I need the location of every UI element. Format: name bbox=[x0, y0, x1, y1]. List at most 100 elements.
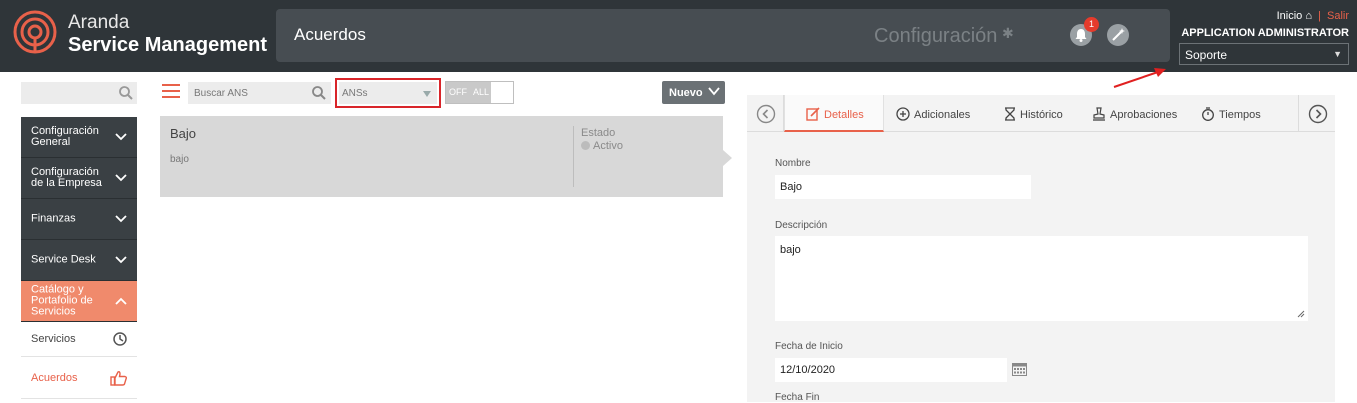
configuration-link[interactable]: Configuración bbox=[874, 25, 997, 48]
description-textarea[interactable]: bajo bbox=[775, 236, 1308, 321]
toggle-off-label: OFF bbox=[446, 82, 470, 103]
sidebar-group-label: Catálogo y Portafolio de Servicios bbox=[31, 283, 93, 318]
sidebar-item-acuerdos[interactable]: Acuerdos bbox=[21, 357, 137, 399]
sidebar: Configuración General Configuración de l… bbox=[21, 117, 137, 402]
list-item-description: bajo bbox=[170, 154, 189, 165]
ans-type-selected-value: ANSs bbox=[342, 88, 368, 99]
sidebar-search-input[interactable] bbox=[21, 82, 137, 104]
selected-pointer bbox=[723, 150, 732, 166]
status-label: Estado bbox=[581, 127, 616, 139]
sidebar-group-configuracion-general[interactable]: Configuración General bbox=[21, 117, 137, 158]
ans-search-input[interactable]: Buscar ANS bbox=[188, 82, 331, 104]
tab-label: Tiempos bbox=[1219, 109, 1261, 121]
chevron-up-icon bbox=[115, 297, 127, 305]
top-header: Aranda Service Management Acuerdos Confi… bbox=[0, 0, 1357, 72]
annotation-arrow bbox=[1113, 68, 1166, 88]
chevron-right-circle-icon bbox=[1308, 104, 1328, 124]
ans-type-select[interactable]: ANSs bbox=[339, 82, 437, 104]
description-text: bajo bbox=[780, 244, 801, 256]
magic-wand-icon bbox=[1112, 28, 1125, 41]
top-links: Inicio ⌂ | Salir bbox=[1277, 10, 1349, 22]
logout-link[interactable]: Salir bbox=[1327, 10, 1349, 22]
stopwatch-icon bbox=[1202, 107, 1214, 121]
start-date-label: Fecha de Inicio bbox=[775, 341, 843, 352]
chevron-down-icon bbox=[115, 256, 127, 264]
list-item-name: Bajo bbox=[170, 126, 197, 141]
status-text: Activo bbox=[593, 140, 623, 152]
sidebar-group-label: Service Desk bbox=[31, 253, 96, 266]
module-bar: Acuerdos Configuración ✱ 1 bbox=[276, 9, 1170, 62]
toggle-all-label: ALL bbox=[470, 82, 492, 103]
tools-button[interactable] bbox=[1107, 24, 1129, 46]
hourglass-icon bbox=[1005, 107, 1015, 121]
tabs-prev-button[interactable] bbox=[747, 95, 784, 132]
notification-badge: 1 bbox=[1084, 17, 1099, 32]
divider bbox=[573, 126, 574, 187]
plus-circle-icon bbox=[896, 107, 910, 121]
chevron-down-icon bbox=[115, 215, 127, 223]
toggle-knob[interactable] bbox=[491, 82, 513, 103]
brand-name-line1: Aranda bbox=[68, 12, 130, 33]
tab-label: Aprobaciones bbox=[1110, 109, 1178, 121]
tab-aprobaciones[interactable]: Aprobaciones bbox=[1092, 95, 1177, 132]
role-selected-value: Soporte bbox=[1185, 48, 1228, 62]
resize-handle-icon[interactable] bbox=[1297, 310, 1305, 318]
detail-panel: Detalles Adicionales Histórico Aprobacio… bbox=[747, 95, 1335, 403]
detail-tabs: Detalles Adicionales Histórico Aprobacio… bbox=[747, 95, 1335, 132]
tabs-next-button[interactable] bbox=[1298, 95, 1335, 132]
calendar-icon[interactable] bbox=[1012, 362, 1027, 376]
menu-toggle-icon[interactable] bbox=[162, 84, 180, 98]
chevron-down-icon bbox=[115, 133, 127, 141]
tab-historico[interactable]: Histórico bbox=[1004, 95, 1063, 132]
user-name: APPLICATION ADMINISTRATOR bbox=[1181, 27, 1349, 39]
ans-search-placeholder: Buscar ANS bbox=[194, 88, 248, 99]
chevron-down-icon bbox=[115, 174, 127, 182]
status-dot-icon bbox=[581, 141, 590, 150]
sidebar-group-service-desk[interactable]: Service Desk bbox=[21, 240, 137, 281]
sidebar-group-catalogo[interactable]: Catálogo y Portafolio de Servicios bbox=[21, 281, 137, 322]
sidebar-group-label: Configuración General bbox=[31, 125, 99, 148]
name-input[interactable]: Bajo bbox=[775, 175, 1031, 199]
sidebar-group-label: Finanzas bbox=[31, 212, 76, 225]
name-label: Nombre bbox=[775, 158, 811, 169]
role-select[interactable]: Soporte ▼ bbox=[1179, 43, 1349, 65]
sidebar-group-finanzas[interactable]: Finanzas bbox=[21, 199, 137, 240]
new-button[interactable]: Nuevo bbox=[662, 81, 725, 104]
thumbs-up-icon bbox=[110, 371, 128, 386]
tab-label: Detalles bbox=[824, 109, 864, 121]
aranda-logo-icon bbox=[13, 10, 57, 54]
list-item[interactable]: Bajo bajo Estado Activo bbox=[160, 116, 723, 197]
stamp-icon bbox=[1093, 107, 1105, 121]
sidebar-group-configuracion-empresa[interactable]: Configuración de la Empresa bbox=[21, 158, 137, 199]
description-label: Descripción bbox=[775, 220, 828, 231]
home-icon[interactable]: ⌂ bbox=[1305, 10, 1312, 22]
ans-type-filter-highlight: ANSs bbox=[335, 78, 441, 108]
off-all-toggle[interactable]: OFF ALL bbox=[445, 81, 514, 104]
services-clock-icon bbox=[113, 332, 127, 346]
user-area: Inicio ⌂ | Salir APPLICATION ADMINISTRAT… bbox=[1174, 10, 1349, 66]
end-date-label: Fecha Fin bbox=[775, 392, 820, 403]
link-separator: | bbox=[1318, 10, 1321, 22]
tab-detalles[interactable]: Detalles bbox=[784, 95, 884, 132]
chevron-left-circle-icon bbox=[756, 104, 776, 124]
caret-down-icon bbox=[423, 91, 431, 97]
search-icon[interactable] bbox=[118, 85, 134, 101]
brand-name-line2: Service Management bbox=[68, 34, 267, 56]
status-value: Activo bbox=[581, 140, 623, 152]
sidebar-item-servicios[interactable]: Servicios bbox=[21, 322, 137, 357]
start-date-input[interactable]: 12/10/2020 bbox=[775, 358, 1007, 382]
caret-down-icon: ▼ bbox=[1333, 49, 1342, 59]
sidebar-item-label: Servicios bbox=[31, 333, 76, 345]
search-icon[interactable] bbox=[311, 85, 327, 101]
tab-tiempos[interactable]: Tiempos bbox=[1201, 95, 1261, 132]
new-button-label: Nuevo bbox=[669, 87, 703, 99]
sidebar-group-label: Configuración de la Empresa bbox=[31, 166, 102, 189]
tab-label: Adicionales bbox=[914, 109, 971, 121]
tab-adicionales[interactable]: Adicionales bbox=[896, 95, 970, 132]
chevron-down-icon bbox=[708, 87, 720, 96]
home-link[interactable]: Inicio bbox=[1277, 10, 1303, 22]
edit-icon bbox=[806, 107, 820, 121]
sidebar-item-label: Acuerdos bbox=[31, 372, 78, 384]
gear-icon[interactable]: ✱ bbox=[1002, 25, 1014, 42]
tab-label: Histórico bbox=[1020, 109, 1063, 121]
